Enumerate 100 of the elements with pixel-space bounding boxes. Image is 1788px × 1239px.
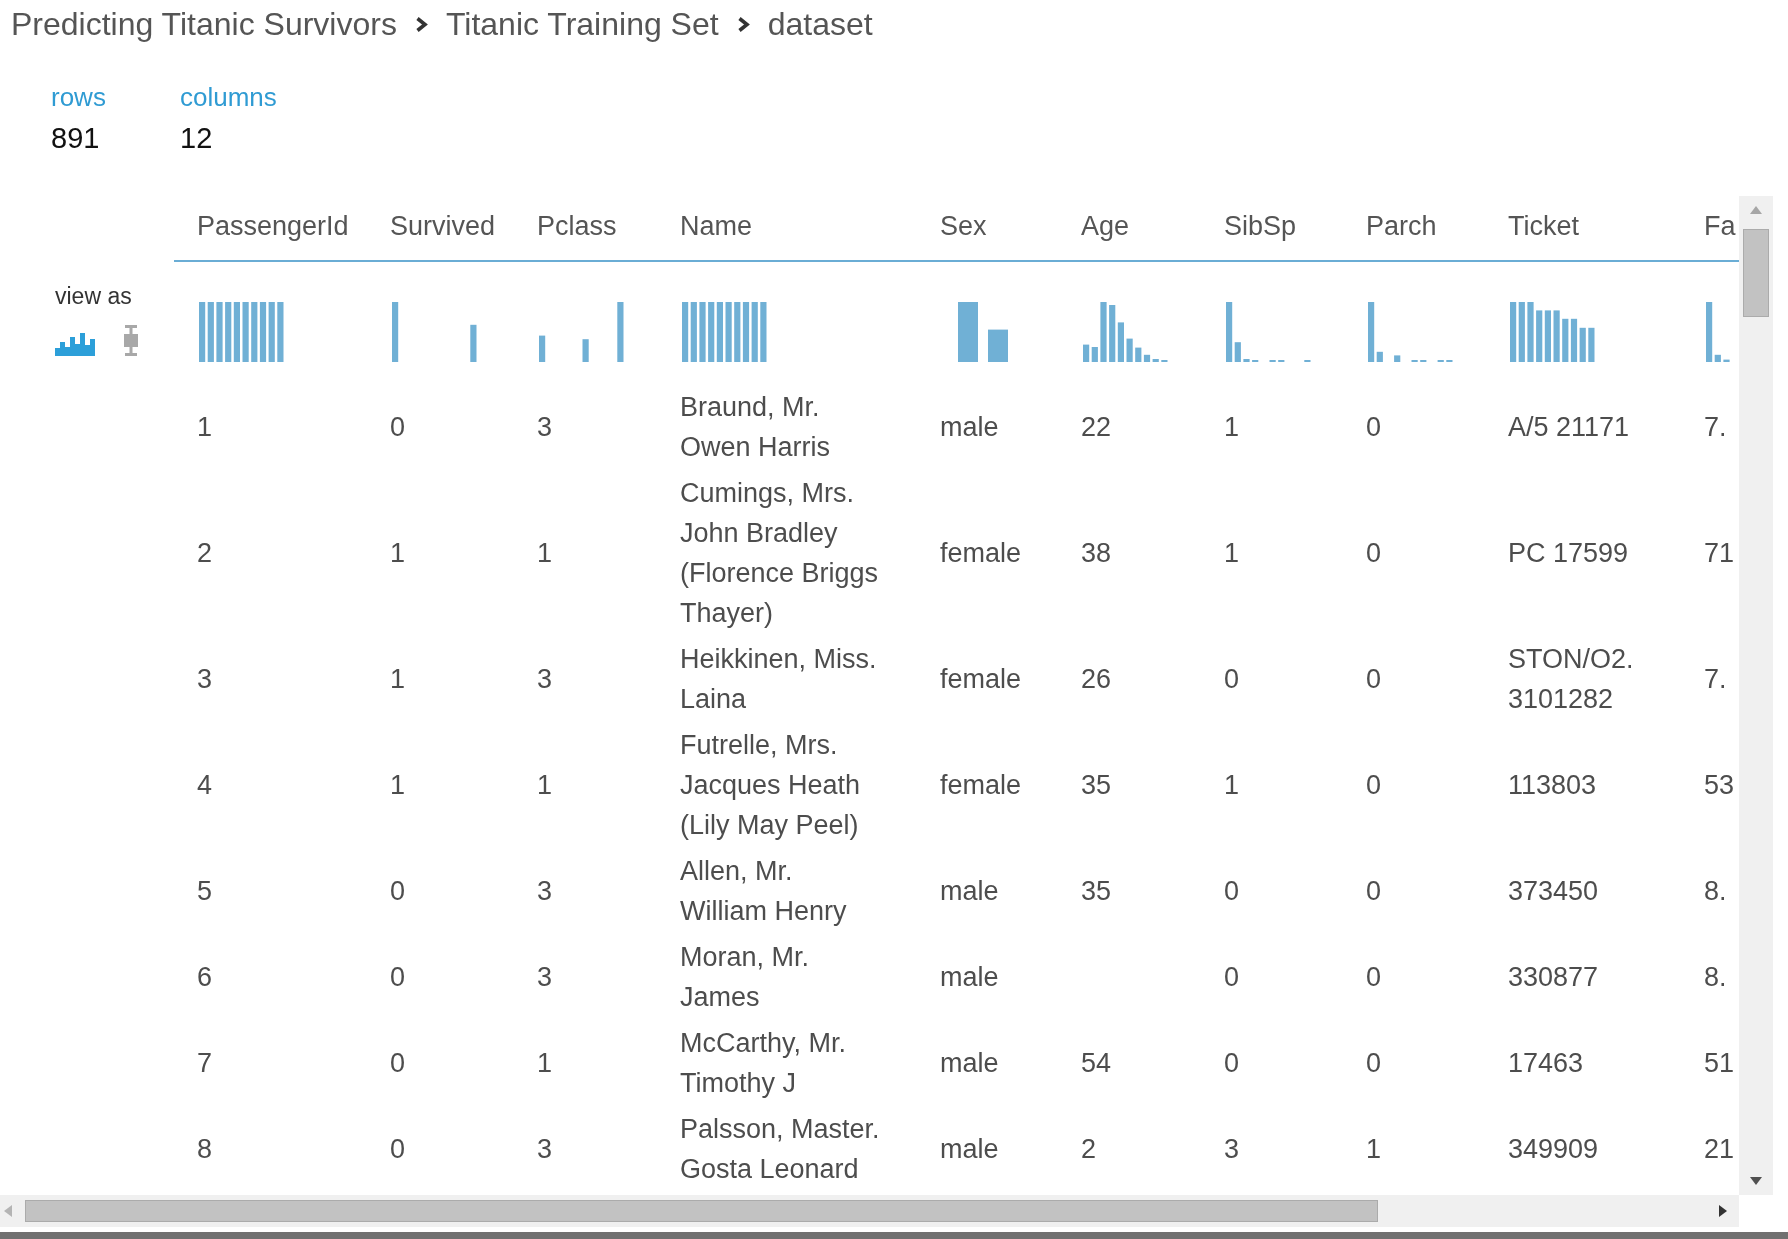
table-cell-text: 5 [196, 875, 214, 908]
stat-label: columns [180, 81, 278, 114]
table-cell-text: 1 [1365, 1133, 1383, 1166]
histogram-bar [470, 324, 477, 362]
table-cell-text: 0 [389, 1133, 407, 1166]
histogram-bar [958, 302, 978, 362]
column-header[interactable]: Pclass [514, 196, 657, 261]
table-cell-text: 1 [1223, 411, 1241, 444]
vertical-scrollbar[interactable] [1739, 196, 1773, 1195]
table-cell-text: 2 [196, 537, 214, 570]
histogram-bar [392, 302, 399, 362]
table-cell-text: 373450 [1507, 875, 1600, 908]
table-cell-text: 0 [1365, 537, 1383, 570]
table-cell-text: 0 [1365, 875, 1383, 908]
table-cell-text: 2 [1080, 1133, 1098, 1166]
histogram-icon[interactable] [55, 333, 95, 356]
column-header[interactable]: SibSp [1201, 196, 1343, 261]
table-cell-text: 38 [1080, 537, 1113, 570]
horizontal-scrollbar[interactable] [0, 1195, 1739, 1227]
scroll-left-arrow-icon[interactable] [4, 1205, 12, 1217]
table-cell-text: 1 [536, 537, 554, 570]
table-cell-text: 54 [1080, 1047, 1113, 1080]
histogram-bar [582, 339, 589, 362]
table-cell-text: A/5 21171 [1507, 411, 1631, 444]
histogram-bar [1527, 302, 1534, 362]
column-header[interactable]: Sex [917, 196, 1058, 261]
histogram-bar [277, 302, 284, 362]
table-cell-text: 0 [1365, 663, 1383, 696]
scroll-right-arrow-icon[interactable] [1719, 1205, 1727, 1217]
histogram-bar [699, 302, 706, 362]
table-cell-text: 1 [389, 769, 407, 802]
table-cell-text: male [939, 1133, 1000, 1166]
stat-value: 12 [180, 121, 214, 156]
table-cell-text: 3 [536, 875, 554, 908]
table-cell-text: 0 [1223, 875, 1241, 908]
table-cell-text: 1 [1223, 769, 1241, 802]
histogram-bar [1126, 338, 1133, 362]
table-cell-text: 6 [196, 961, 214, 994]
table-cell-text: 8. [1703, 961, 1728, 994]
column-header[interactable]: PassengerId [174, 196, 367, 261]
stat-value: 891 [51, 121, 101, 156]
table-cell-text: 22 [1080, 411, 1113, 444]
table-cell-text: 0 [1223, 961, 1241, 994]
histogram-bar [1588, 327, 1595, 362]
histogram-bar [725, 302, 732, 362]
table-cell-text: 330877 [1507, 961, 1600, 994]
breadcrumb-link[interactable]: Predicting Titanic Survivors [11, 0, 397, 48]
table-cell-text: 1 [536, 769, 554, 802]
table-cell-text: 7 [196, 1047, 214, 1080]
table-cell-text: 113803 [1507, 769, 1598, 802]
breadcrumb-link[interactable]: Titanic Training Set [445, 0, 719, 48]
table-cell-text: 0 [389, 1047, 407, 1080]
column-header[interactable]: Ticket [1485, 196, 1681, 261]
column-header[interactable]: Name [657, 196, 917, 261]
table-cell-text: 35 [1080, 769, 1113, 802]
column-header[interactable]: Age [1058, 196, 1201, 261]
table-cell-text: 0 [389, 961, 407, 994]
table-cell-text: 0 [1365, 411, 1383, 444]
table-cell-text: 53 [1703, 769, 1736, 802]
table-cell-text: 349909 [1507, 1133, 1600, 1166]
histogram-bar [1394, 355, 1401, 362]
table-cell-text: Futrelle, Mrs. Jacques Heath (Lily May Peel) [679, 729, 862, 842]
scroll-down-arrow-icon[interactable] [1750, 1177, 1762, 1185]
table-cell-text: Heikkinen, Miss. Laina [679, 643, 878, 716]
table-cell-text: 7. [1703, 411, 1728, 444]
scrollbar-thumb[interactable] [1743, 229, 1769, 317]
table-cell-text: 3 [536, 411, 554, 444]
column-header[interactable]: Survived [367, 196, 514, 261]
table-cell-text: 0 [1365, 1047, 1383, 1080]
table-cell-text: Allen, Mr. William Henry [679, 855, 848, 928]
table-cell-text: 3 [1223, 1133, 1241, 1166]
table-cell-text: 1 [536, 1047, 554, 1080]
table-cell-text: 51 [1703, 1047, 1736, 1080]
table-cell-text: 4 [196, 769, 214, 802]
table-cell-text: 0 [1365, 961, 1383, 994]
table-cell-text: female [939, 663, 1023, 696]
column-header[interactable]: Parch [1343, 196, 1485, 261]
table-cell-text: 3 [536, 1133, 554, 1166]
histogram-bar [760, 302, 767, 362]
table-cell-text: Cumings, Mrs. John Bradley (Florence Briggs Thayer) [679, 477, 880, 630]
table-cell-text: 1 [1223, 537, 1241, 570]
breadcrumb-current: dataset [767, 5, 873, 44]
histogram-bar [539, 335, 546, 362]
table-cell-text: 0 [389, 875, 407, 908]
view-as-label: view as [55, 283, 133, 309]
table-cell-text: Braund, Mr. Owen Harris [679, 391, 832, 464]
boxplot-icon[interactable] [123, 325, 139, 356]
table-cell-text: 17463 [1507, 1047, 1585, 1080]
table-cell-text: female [939, 769, 1023, 802]
table-cell-text: Palsson, Master. Gosta Leonard [679, 1113, 881, 1186]
table-cell-text: 1 [389, 663, 407, 696]
scroll-up-arrow-icon[interactable] [1750, 206, 1762, 214]
table-cell-text: female [939, 537, 1023, 570]
table-cell-text: McCarthy, Mr. Timothy J [679, 1027, 847, 1100]
table-cell-text: 0 [1223, 663, 1241, 696]
table-cell-text: 1 [196, 411, 214, 444]
table-cell-text: 3 [536, 663, 554, 696]
table-cell-text: 0 [389, 411, 407, 444]
scrollbar-thumb[interactable] [25, 1200, 1378, 1222]
histogram-bar [242, 302, 249, 362]
